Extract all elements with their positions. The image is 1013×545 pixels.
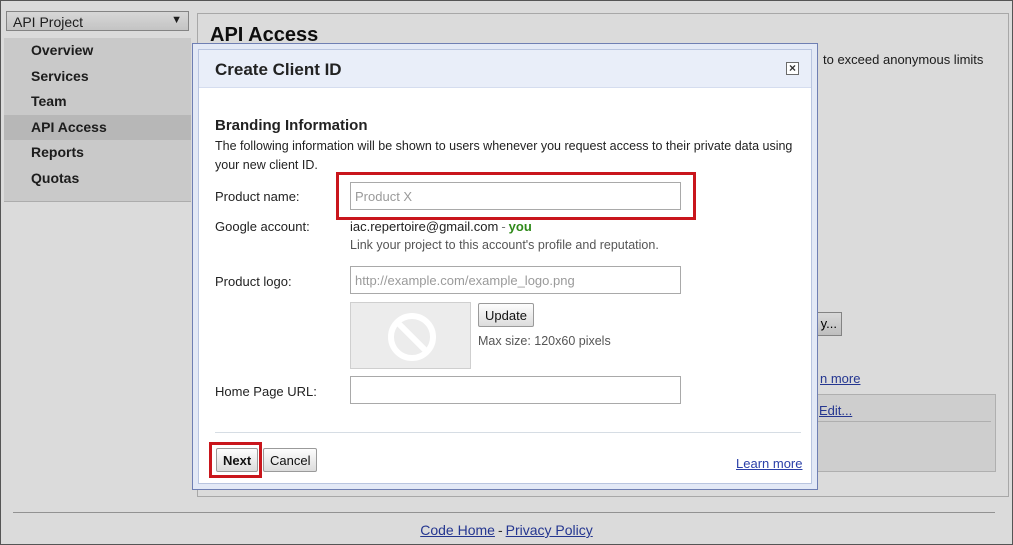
account-email: iac.repertoire@gmail.com [350,219,499,234]
close-icon[interactable]: × [786,62,799,75]
no-image-icon [388,313,436,361]
create-client-id-dialog: Create Client ID × Branding Information … [192,43,818,490]
dialog-header: Create Client ID × [199,50,811,88]
google-account-label: Google account: [215,219,310,234]
product-logo-label: Product logo: [215,274,292,289]
account-hint: Link your project to this account's prof… [350,238,659,252]
logo-preview [350,302,471,369]
next-button-highlight [209,442,262,478]
section-description: The following information will be shown … [215,139,793,172]
dialog-divider [215,432,801,433]
google-account-value: iac.repertoire@gmail.com - you [350,219,532,234]
product-name-label: Product name: [215,189,300,204]
cancel-button[interactable]: Cancel [263,448,318,472]
home-page-url-input[interactable] [350,376,681,404]
account-dash: - [501,219,506,234]
dialog-title: Create Client ID [215,60,342,79]
home-page-url-label: Home Page URL: [215,384,317,399]
product-name-highlight [336,172,696,220]
logo-max-size: Max size: 120x60 pixels [478,334,611,348]
account-you-badge: you [508,219,532,234]
update-logo-button[interactable]: Update [478,303,534,327]
learn-more-link[interactable]: Learn more [736,456,802,471]
dialog-body: Create Client ID × Branding Information … [198,49,812,484]
product-logo-url-input[interactable] [350,266,681,294]
section-title: Branding Information [215,117,368,134]
